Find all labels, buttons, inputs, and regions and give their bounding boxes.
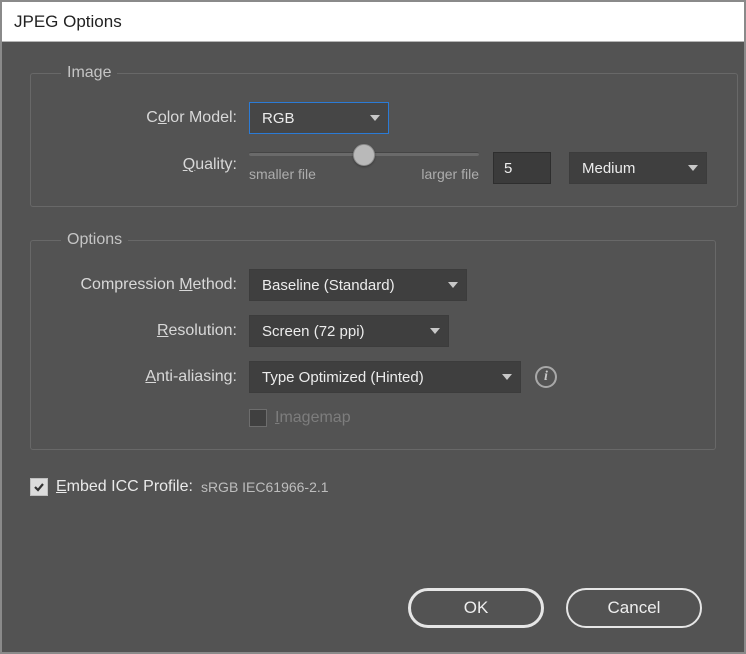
image-group-legend: Image (61, 64, 117, 82)
color-model-value: RGB (262, 110, 295, 127)
window-title: JPEG Options (14, 12, 122, 31)
dialog-footer: OK Cancel (30, 582, 716, 630)
color-model-row: Color Model: RGB (61, 102, 707, 134)
resolution-row: Resolution: Screen (72 ppi) (61, 315, 685, 347)
slider-captions: smaller file larger file (249, 166, 479, 182)
imagemap-label: Imagemap (275, 409, 351, 427)
dialog-content: Image Color Model: RGB Quality: (2, 42, 744, 652)
compression-label: Compression Method: (61, 276, 249, 294)
chevron-down-icon (502, 374, 512, 380)
quality-row: Quality: smaller file larger file Medium (61, 152, 707, 184)
imagemap-checkbox (249, 409, 267, 427)
anti-aliasing-value: Type Optimized (Hinted) (262, 369, 424, 386)
anti-aliasing-row: Anti-aliasing: Type Optimized (Hinted) i (61, 361, 685, 393)
anti-aliasing-select[interactable]: Type Optimized (Hinted) (249, 361, 521, 393)
image-group: Image Color Model: RGB Quality: (30, 64, 738, 207)
quality-preset-value: Medium (582, 160, 635, 177)
resolution-label: Resolution: (61, 322, 249, 340)
slider-track (249, 152, 479, 156)
slider-max-label: larger file (421, 166, 479, 182)
compression-value: Baseline (Standard) (262, 277, 395, 294)
quality-preset-select[interactable]: Medium (569, 152, 707, 184)
embed-icc-profile-name: sRGB IEC61966-2.1 (201, 479, 329, 495)
compression-select[interactable]: Baseline (Standard) (249, 269, 467, 301)
chevron-down-icon (448, 282, 458, 288)
chevron-down-icon (688, 165, 698, 171)
title-bar: JPEG Options (2, 2, 744, 42)
anti-aliasing-label: Anti-aliasing: (61, 368, 249, 386)
quality-slider[interactable]: smaller file larger file (249, 152, 479, 182)
color-model-select[interactable]: RGB (249, 102, 389, 134)
color-model-label: Color Model: (61, 109, 249, 127)
ok-button[interactable]: OK (408, 588, 544, 628)
cancel-button[interactable]: Cancel (566, 588, 702, 628)
options-group: Options Compression Method: Baseline (St… (30, 231, 716, 450)
compression-row: Compression Method: Baseline (Standard) (61, 269, 685, 301)
resolution-select[interactable]: Screen (72 ppi) (249, 315, 449, 347)
embed-icc-row: Embed ICC Profile: sRGB IEC61966-2.1 (30, 478, 716, 496)
imagemap-row: Imagemap (61, 409, 685, 427)
slider-min-label: smaller file (249, 166, 316, 182)
info-icon[interactable]: i (535, 366, 557, 388)
chevron-down-icon (370, 115, 380, 121)
quality-label: Quality: (61, 152, 249, 174)
slider-thumb[interactable] (353, 144, 375, 166)
quality-input[interactable] (493, 152, 551, 184)
jpeg-options-dialog: JPEG Options Image Color Model: RGB Qual… (0, 0, 746, 654)
options-group-legend: Options (61, 231, 128, 249)
embed-icc-checkbox[interactable] (30, 478, 48, 496)
resolution-value: Screen (72 ppi) (262, 323, 365, 340)
chevron-down-icon (430, 328, 440, 334)
embed-icc-label: Embed ICC Profile: (56, 478, 193, 496)
